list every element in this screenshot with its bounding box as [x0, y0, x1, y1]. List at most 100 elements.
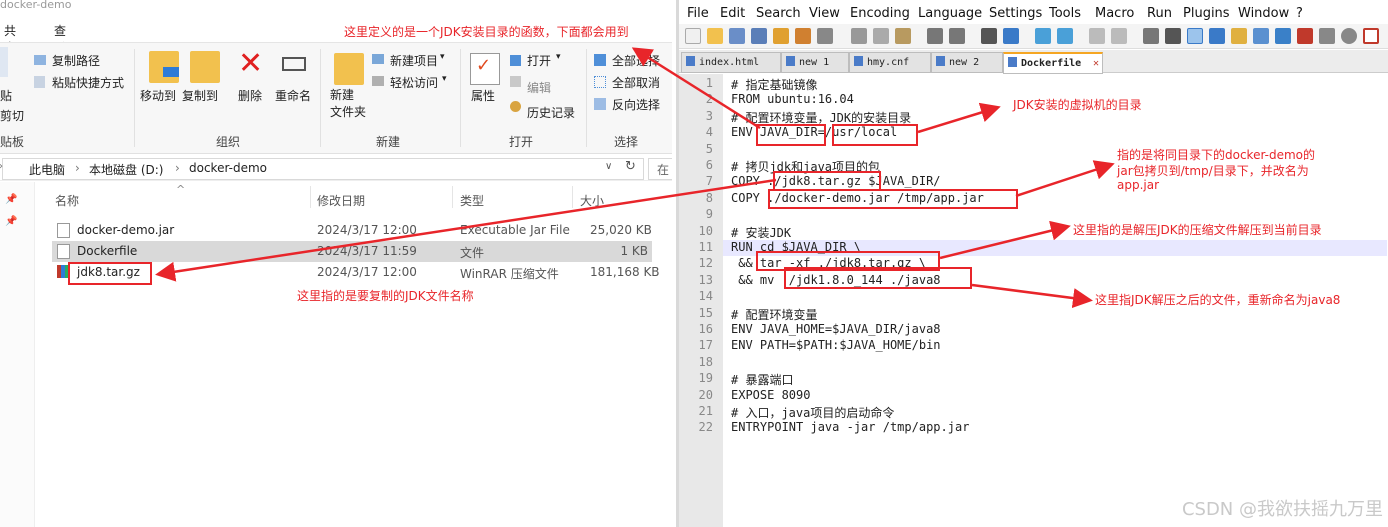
menu-view[interactable]: View [809, 6, 840, 21]
search-input[interactable]: 在 [648, 158, 672, 180]
code-line[interactable]: ENV PATH=$PATH:$JAVA_HOME/bin [731, 338, 941, 352]
find-icon[interactable] [981, 28, 997, 44]
folder-workspace-icon[interactable] [1275, 28, 1291, 44]
menu-language[interactable]: Language [918, 6, 982, 21]
code-line[interactable]: # 暴露端口 [731, 371, 793, 388]
column-type[interactable]: 类型 [460, 192, 484, 209]
word-wrap-icon[interactable] [1143, 28, 1159, 44]
file-icon [686, 56, 695, 66]
tab-new-2[interactable]: new 2 [931, 52, 1003, 73]
move-to-button[interactable]: 移动到 [140, 87, 176, 104]
move-arrow-icon [163, 67, 179, 77]
menu-search[interactable]: Search [756, 6, 801, 21]
doc-list-icon[interactable] [1297, 28, 1313, 44]
table-row[interactable]: Dockerfile 2024/3/17 11:59 文件 1 KB [52, 241, 652, 262]
properties-button[interactable]: 属性 [471, 87, 495, 104]
code-line[interactable]: # 安装JDK [731, 224, 791, 241]
undo-icon[interactable] [927, 28, 943, 44]
sync-horizontal-icon[interactable] [1111, 28, 1127, 44]
zoom-in-icon[interactable] [1035, 28, 1051, 44]
select-all-icon [594, 54, 606, 66]
file-size: 25,020 KB [590, 223, 652, 237]
record-macro-icon[interactable] [1363, 28, 1379, 44]
code-line[interactable]: EXPOSE 8090 [731, 388, 810, 402]
column-date[interactable]: 修改日期 [317, 192, 365, 209]
menu-edit[interactable]: Edit [720, 6, 745, 21]
menu-settings[interactable]: Settings [989, 6, 1042, 21]
history-button[interactable]: 历史记录 [527, 104, 575, 121]
eye-icon[interactable] [1341, 28, 1357, 44]
function-list-icon[interactable] [1231, 28, 1247, 44]
new-folder-button[interactable]: 新建 文件夹 [330, 87, 366, 121]
select-all-button[interactable]: 全部选择 [612, 52, 660, 69]
tab-new-1[interactable]: new 1 [781, 52, 849, 73]
language-icon[interactable] [1209, 28, 1225, 44]
replace-icon[interactable] [1003, 28, 1019, 44]
monitoring-icon[interactable] [1319, 28, 1335, 44]
tab-index-html[interactable]: index.html [681, 52, 781, 73]
select-none-button[interactable]: 全部取消 [612, 74, 660, 91]
delete-button[interactable]: 删除 [238, 87, 262, 104]
code-line[interactable]: FROM ubuntu:16.04 [731, 92, 854, 106]
pin-icon[interactable]: 📌 [5, 194, 17, 205]
copy-to-button[interactable]: 复制到 [182, 87, 218, 104]
cut-icon[interactable] [851, 28, 867, 44]
easy-access-button[interactable]: 轻松访问 [390, 74, 438, 91]
open-file-icon[interactable] [707, 28, 723, 44]
code-line[interactable]: # 配置环境变量 [731, 306, 817, 323]
zoom-out-icon[interactable] [1057, 28, 1073, 44]
menu-file[interactable]: File [687, 6, 709, 21]
menu-window[interactable]: Window [1238, 6, 1289, 21]
menu-encoding[interactable]: Encoding [850, 6, 910, 21]
open-dropdown-icon[interactable]: ▾ [556, 52, 561, 62]
address-path[interactable]: › 此电脑 › 本地磁盘 (D:) › docker-demo ∨ ↻ [0, 158, 644, 180]
menu-run[interactable]: Run [1147, 6, 1172, 21]
paste-icon[interactable] [895, 28, 911, 44]
print-icon[interactable] [817, 28, 833, 44]
code-line[interactable]: ENTRYPOINT java -jar /tmp/app.jar [731, 420, 969, 434]
tab-dockerfile[interactable]: Dockerfile ✕ [1003, 52, 1103, 74]
sync-vertical-icon[interactable] [1089, 28, 1105, 44]
menu-tools[interactable]: Tools [1049, 6, 1081, 21]
column-size[interactable]: 大小 [580, 192, 604, 209]
menu-macro[interactable]: Macro [1095, 6, 1134, 21]
chevron-down-icon[interactable]: ∨ [605, 161, 612, 172]
breadcrumb-this-pc[interactable]: 此电脑 [29, 161, 65, 178]
tab-hmy-cnf[interactable]: hmy.cnf [849, 52, 931, 73]
table-row[interactable]: docker-demo.jar 2024/3/17 12:00 Executab… [52, 220, 652, 241]
breadcrumb-folder[interactable]: docker-demo [189, 161, 267, 175]
close-icon[interactable]: ✕ [1093, 54, 1099, 73]
column-name[interactable]: 名称 [55, 192, 79, 209]
invert-selection-button[interactable]: 反向选择 [612, 96, 660, 113]
rename-button[interactable]: 重命名 [275, 87, 311, 104]
edit-button[interactable]: 编辑 [527, 79, 551, 96]
new-item-button[interactable]: 新建项目 [390, 52, 438, 69]
paste-shortcut-button[interactable]: 粘贴快捷方式 [52, 74, 124, 91]
refresh-icon[interactable]: ↻ [625, 159, 636, 174]
pin-icon[interactable]: 📌 [5, 216, 17, 227]
copy-path-button[interactable]: 复制路径 [52, 52, 100, 69]
code-line[interactable]: # 入口，java项目的启动命令 [731, 404, 894, 421]
menu-plugins[interactable]: Plugins [1183, 6, 1230, 21]
new-item-dropdown-icon[interactable]: ▾ [440, 52, 445, 62]
close-file-icon[interactable] [773, 28, 789, 44]
cut-button[interactable]: 剪切 [0, 107, 24, 124]
open-button[interactable]: 打开 [527, 52, 551, 69]
new-file-icon[interactable] [685, 28, 701, 44]
file-icon [57, 223, 70, 238]
show-all-chars-icon[interactable] [1165, 28, 1181, 44]
paste-button[interactable]: 贴 [0, 87, 12, 104]
close-all-icon[interactable] [795, 28, 811, 44]
indent-guide-icon[interactable] [1187, 28, 1203, 44]
line-number: 19 [698, 371, 713, 385]
doc-map-icon[interactable] [1253, 28, 1269, 44]
save-icon[interactable] [729, 28, 745, 44]
menu-help[interactable]: ? [1296, 6, 1303, 21]
redo-icon[interactable] [949, 28, 965, 44]
copy-icon[interactable] [873, 28, 889, 44]
easy-access-dropdown-icon[interactable]: ▾ [442, 74, 447, 84]
breadcrumb-drive[interactable]: 本地磁盘 (D:) [89, 161, 163, 178]
save-all-icon[interactable] [751, 28, 767, 44]
code-line[interactable]: # 指定基础镜像 [731, 76, 817, 93]
code-line[interactable]: ENV JAVA_HOME=$JAVA_DIR/java8 [731, 322, 941, 336]
